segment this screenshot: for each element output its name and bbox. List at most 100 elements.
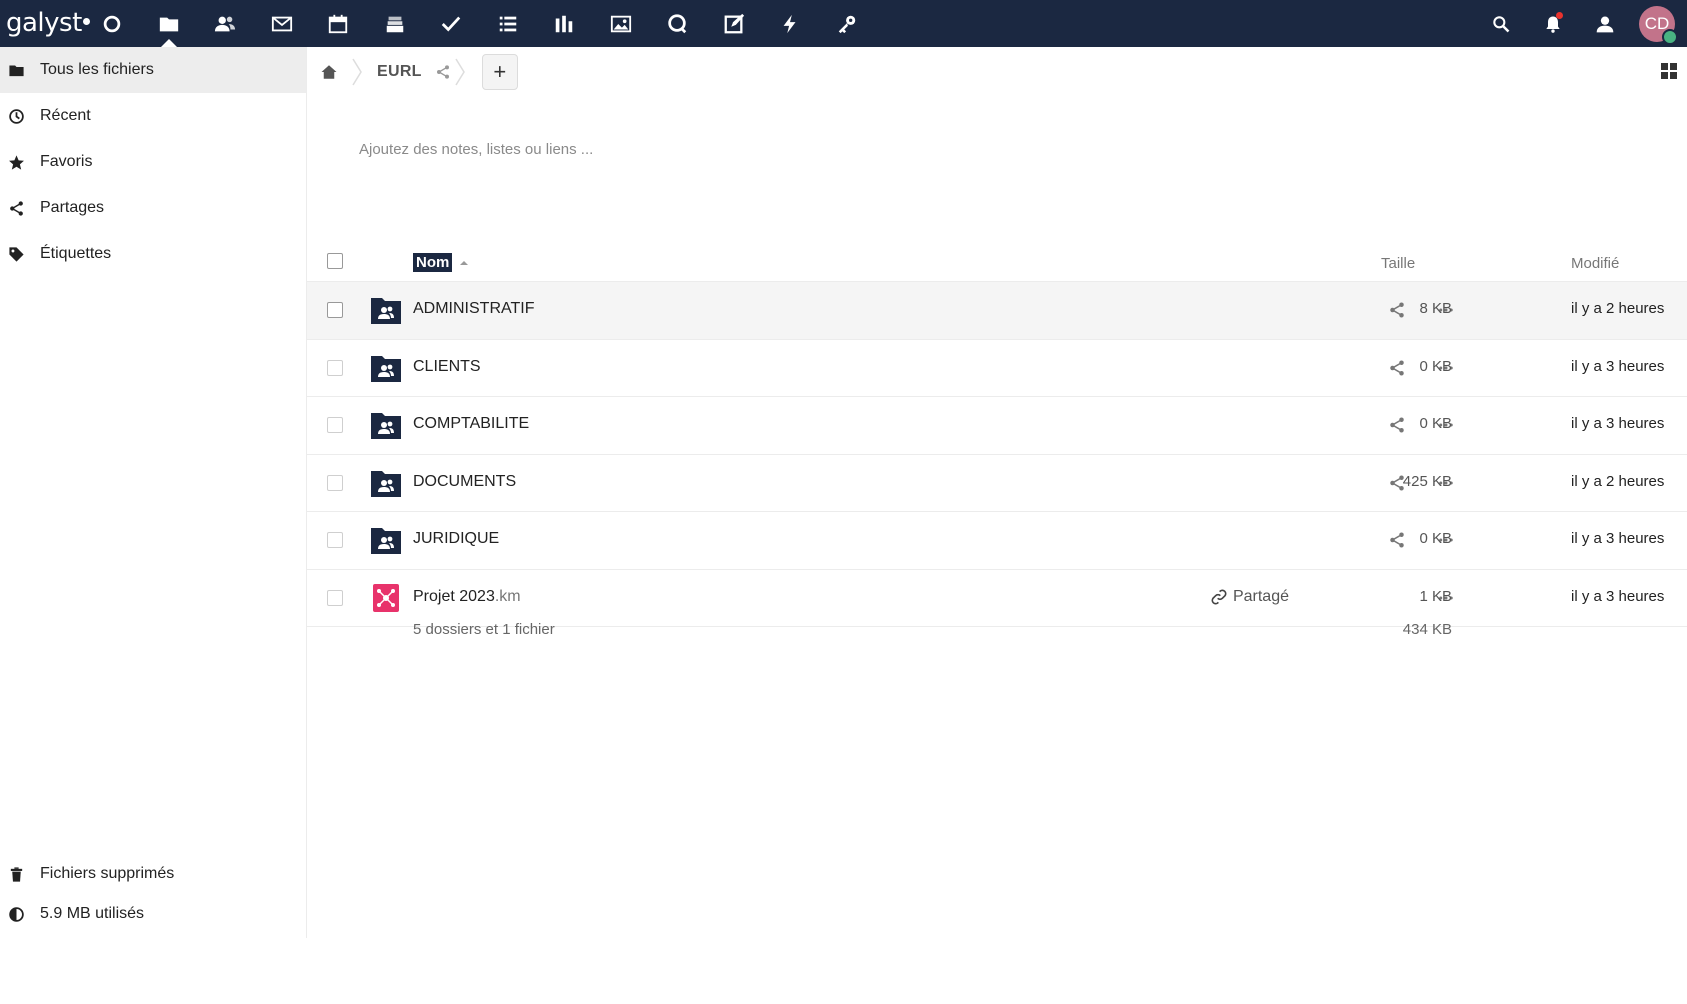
sidebar-item-shares[interactable]: Partages xyxy=(0,185,306,231)
sidebar-item-recent[interactable]: Récent xyxy=(0,93,306,139)
file-list: ADMINISTRATIF 8 KB il y a 2 heures CLIEN… xyxy=(307,282,1687,627)
activity-icon[interactable] xyxy=(762,0,819,47)
shared-link-indicator[interactable]: Partagé xyxy=(1211,588,1289,606)
sidebar-item-tags[interactable]: Étiquettes xyxy=(0,231,306,277)
files-main: EURL + Ajoutez des notes, listes ou lien… xyxy=(307,47,1687,938)
file-modified: il y a 3 heures xyxy=(1571,530,1665,547)
sidebar-item-deleted-files[interactable]: Fichiers supprimés xyxy=(0,854,306,894)
sidebar-item-label: Partages xyxy=(40,199,105,216)
header-right: CD xyxy=(1475,0,1687,47)
file-size: 0 KB xyxy=(1419,415,1452,432)
contacts-menu-icon[interactable] xyxy=(1579,0,1631,47)
table-row[interactable]: CLIENTS 0 KB il y a 3 heures xyxy=(307,340,1687,397)
group-folder-icon xyxy=(371,470,401,497)
file-modified: il y a 2 heures xyxy=(1571,300,1665,317)
file-modified: il y a 3 heures xyxy=(1571,415,1665,432)
talk-icon[interactable] xyxy=(649,0,706,47)
logo[interactable]: galyst xyxy=(6,6,90,40)
link-icon xyxy=(1211,589,1227,604)
quota-indicator[interactable]: 5.9 MB utilisés xyxy=(0,894,306,934)
list-icon[interactable] xyxy=(480,0,537,47)
notifications-bell-icon[interactable] xyxy=(1527,0,1579,47)
passwords-icon[interactable] xyxy=(819,0,876,47)
table-row[interactable]: Projet 2023.km Partagé 1 KB il y a 3 heu… xyxy=(307,570,1687,627)
summary-total-size: 434 KB xyxy=(1402,621,1452,638)
share-icon[interactable] xyxy=(432,64,454,80)
deck-icon[interactable] xyxy=(367,0,424,47)
trash-icon xyxy=(0,866,40,883)
file-modified: il y a 3 heures xyxy=(1571,587,1665,605)
breadcrumb-folder[interactable]: EURL xyxy=(363,63,432,81)
clock-icon xyxy=(0,108,40,125)
file-list-summary: 5 dossiers et 1 fichier 434 KB xyxy=(307,621,1687,651)
file-name[interactable]: Projet 2023.km xyxy=(413,588,521,606)
notes-icon[interactable] xyxy=(706,0,763,47)
sort-ascending-icon xyxy=(460,261,468,265)
quota-label: 5.9 MB utilisés xyxy=(40,905,145,922)
group-folder-icon xyxy=(371,355,401,382)
file-name[interactable]: COMPTABILITE xyxy=(413,415,529,433)
table-row[interactable]: JURIDIQUE 0 KB il y a 3 heures xyxy=(307,512,1687,570)
column-name-header[interactable]: Nom xyxy=(413,253,453,272)
search-icon[interactable] xyxy=(1475,0,1527,47)
new-file-button[interactable]: + xyxy=(481,54,518,90)
file-name[interactable]: ADMINISTRATIF xyxy=(413,300,534,318)
file-name[interactable]: CLIENTS xyxy=(413,358,481,376)
sidebar-item-favorites[interactable]: Favoris xyxy=(0,139,306,185)
sidebar: Tous les fichiers Récent Favoris Partage… xyxy=(0,47,307,938)
table-row[interactable]: COMPTABILITE 0 KB il y a 3 heures xyxy=(307,397,1687,455)
file-size: 425 KB xyxy=(1402,472,1452,490)
row-checkbox[interactable] xyxy=(327,532,343,548)
column-modified-header[interactable]: Modifié xyxy=(1571,255,1619,272)
sidebar-footer: Fichiers supprimés 5.9 MB utilisés xyxy=(0,854,306,938)
sidebar-item-label: Tous les fichiers xyxy=(40,61,154,78)
group-folder-icon xyxy=(371,298,401,324)
table-row[interactable]: ADMINISTRATIF 8 KB il y a 2 heures xyxy=(307,282,1687,340)
contacts-icon[interactable] xyxy=(197,0,254,47)
file-size: 8 KB xyxy=(1419,300,1452,317)
row-checkbox[interactable] xyxy=(327,589,343,606)
share-icon[interactable] xyxy=(1388,531,1406,549)
grid-view-icon[interactable] xyxy=(1659,61,1679,81)
share-icon[interactable] xyxy=(1388,416,1406,434)
online-status-icon xyxy=(1662,28,1678,45)
row-checkbox[interactable] xyxy=(327,417,343,433)
mail-icon[interactable] xyxy=(254,0,311,47)
row-checkbox[interactable] xyxy=(327,474,343,491)
mindmap-icon xyxy=(373,583,399,612)
file-name[interactable]: DOCUMENTS xyxy=(413,473,516,491)
folder-icon xyxy=(0,62,40,79)
file-modified: il y a 2 heures xyxy=(1571,472,1665,490)
share-icon xyxy=(0,200,40,217)
file-modified: il y a 3 heures xyxy=(1571,357,1665,375)
select-all-checkbox[interactable] xyxy=(327,253,343,269)
row-checkbox[interactable] xyxy=(327,359,343,376)
home-icon[interactable] xyxy=(307,51,351,93)
column-size-header[interactable]: Taille xyxy=(1381,255,1415,272)
rich-workspace-placeholder[interactable]: Ajoutez des notes, listes ou liens ... xyxy=(359,141,593,158)
breadcrumb: EURL + xyxy=(307,51,518,93)
file-size: 0 KB xyxy=(1419,357,1452,375)
quota-pie-icon xyxy=(0,906,40,923)
user-avatar[interactable]: CD xyxy=(1639,5,1678,45)
file-name[interactable]: JURIDIQUE xyxy=(413,530,499,548)
file-size: 0 KB xyxy=(1419,530,1452,547)
calendar-icon[interactable] xyxy=(310,0,367,47)
summary-count: 5 dossiers et 1 fichier xyxy=(413,621,555,638)
share-icon[interactable] xyxy=(1388,359,1406,377)
breadcrumb-separator-icon xyxy=(351,51,363,93)
analytics-icon[interactable] xyxy=(536,0,593,47)
files-icon[interactable] xyxy=(141,0,198,47)
star-icon xyxy=(0,154,40,171)
sidebar-item-all-files[interactable]: Tous les fichiers xyxy=(0,47,306,93)
share-icon[interactable] xyxy=(1388,301,1406,319)
dashboard-icon[interactable] xyxy=(84,0,141,47)
group-folder-icon xyxy=(371,413,401,439)
sidebar-item-label: Fichiers supprimés xyxy=(40,865,175,882)
table-row[interactable]: DOCUMENTS 425 KB il y a 2 heures xyxy=(307,455,1687,512)
row-checkbox[interactable] xyxy=(327,302,343,318)
tag-icon xyxy=(0,246,40,263)
tasks-icon[interactable] xyxy=(423,0,480,47)
photos-icon[interactable] xyxy=(593,0,650,47)
notification-dot xyxy=(1556,12,1563,19)
